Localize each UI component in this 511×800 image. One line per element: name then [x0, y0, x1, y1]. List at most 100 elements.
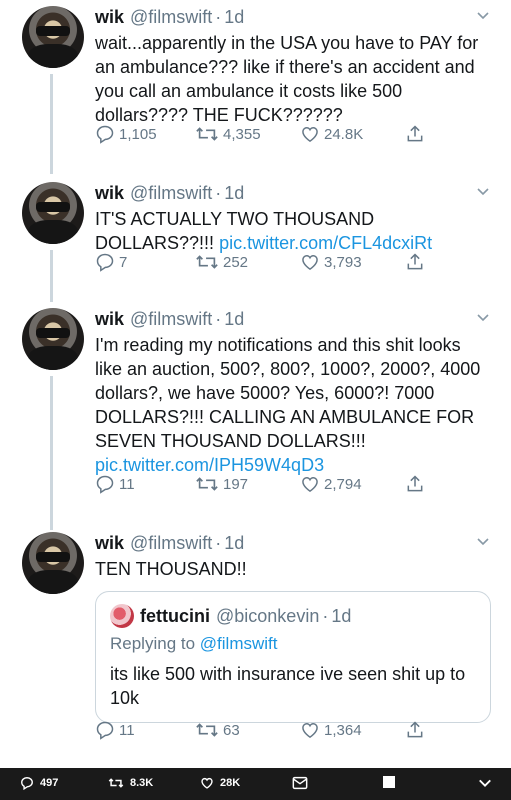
like-icon [302, 476, 318, 492]
like-button[interactable]: 2,794 [300, 474, 362, 494]
reply-button[interactable]: 11 [95, 474, 135, 494]
retweet-icon [196, 255, 218, 269]
tweet-text: I'm reading my notifications and this sh… [95, 333, 491, 477]
reply-icon [96, 253, 114, 272]
quote-timestamp: 1d [331, 606, 352, 626]
retweet-count: 252 [223, 253, 249, 271]
dm-icon [292, 776, 308, 790]
share-icon [407, 721, 423, 738]
tweet[interactable]: wik @filmswift · 1d TEN THOUSAND!! fettu… [0, 532, 511, 762]
author-handle[interactable]: @filmswift [130, 6, 212, 28]
tweet[interactable]: wik @filmswift · 1d I'm reading my notif… [0, 308, 511, 528]
quote-header: fettucini @biconkevin · 1d [110, 604, 476, 628]
author-handle[interactable]: @filmswift [130, 182, 212, 204]
reply-icon [96, 721, 114, 740]
tweet-text: TEN THOUSAND!! [95, 557, 491, 581]
author-name[interactable]: wik [95, 532, 124, 554]
bar-stop-button[interactable] [383, 776, 395, 788]
reply-icon [21, 777, 33, 790]
separator-dot: · [322, 606, 329, 626]
tweet[interactable]: wik @filmswift · 1d wait...apparently in… [0, 6, 511, 166]
tweet-text: wait...apparently in the USA you have to… [95, 31, 491, 127]
tweet-header: wik @filmswift · 1d [95, 532, 491, 554]
replying-to: Replying to @filmswift [110, 634, 476, 654]
tweet-header: wik @filmswift · 1d [95, 182, 491, 204]
timestamp[interactable]: 1d [224, 532, 244, 554]
replying-prefix: Replying to [110, 634, 200, 653]
avatar[interactable] [22, 308, 84, 370]
reply-count: 7 [119, 253, 128, 271]
media-link[interactable]: pic.twitter.com/CFL4dcxiRt [219, 233, 432, 253]
tweet-text-body: TEN THOUSAND!! [95, 559, 247, 579]
bar-like-button[interactable]: 28K [200, 776, 240, 790]
tweet[interactable]: wik @filmswift · 1d IT'S ACTUALLY TWO TH… [0, 182, 511, 302]
tweet-header: wik @filmswift · 1d [95, 308, 491, 330]
like-count: 24.8K [324, 125, 364, 143]
like-button[interactable]: 24.8K [300, 124, 363, 144]
retweet-button[interactable]: 252 [195, 252, 248, 272]
retweet-icon [196, 127, 218, 141]
share-button[interactable] [405, 252, 425, 272]
quote-avatar [110, 604, 134, 628]
bar-dm-button[interactable] [292, 776, 308, 790]
retweet-button[interactable]: 4,355 [195, 124, 261, 144]
retweet-count: 63 [223, 721, 240, 739]
bar-reply-button[interactable]: 497 [20, 776, 58, 790]
like-button[interactable]: 3,793 [300, 252, 362, 272]
chevron-down-icon[interactable] [475, 534, 491, 550]
share-button[interactable] [405, 720, 425, 740]
timestamp[interactable]: 1d [224, 182, 244, 204]
tweet-text-body: I'm reading my notifications and this sh… [95, 335, 481, 451]
reply-icon [96, 125, 114, 144]
share-icon [407, 253, 423, 270]
chevron-down-icon[interactable] [475, 8, 491, 24]
reply-button[interactable]: 1,105 [95, 124, 157, 144]
like-count: 2,794 [324, 475, 362, 493]
bar-retweet-count: 8.3K [130, 777, 154, 789]
share-icon [407, 475, 423, 492]
tweet-header: wik @filmswift · 1d [95, 6, 491, 28]
like-count: 1,364 [324, 721, 362, 739]
stop-icon [383, 776, 395, 788]
reply-count: 1,105 [119, 125, 157, 143]
author-name[interactable]: wik [95, 308, 124, 330]
reply-button[interactable]: 7 [95, 252, 127, 272]
author-handle[interactable]: @filmswift [130, 532, 212, 554]
author-handle[interactable]: @filmswift [130, 308, 212, 330]
avatar[interactable] [22, 182, 84, 244]
separator-dot: · [215, 7, 222, 27]
separator-dot: · [215, 183, 222, 203]
timestamp[interactable]: 1d [224, 308, 244, 330]
bar-more-button[interactable] [478, 776, 492, 790]
avatar[interactable] [22, 6, 84, 68]
share-button[interactable] [405, 124, 425, 144]
retweet-button[interactable]: 197 [195, 474, 248, 494]
retweet-count: 197 [223, 475, 249, 493]
media-link[interactable]: pic.twitter.com/IPH59W4qD3 [95, 455, 324, 475]
author-name[interactable]: wik [95, 6, 124, 28]
replying-to-handle[interactable]: @filmswift [200, 634, 278, 653]
author-name[interactable]: wik [95, 182, 124, 204]
like-button[interactable]: 1,364 [300, 720, 362, 740]
reply-count: 11 [119, 721, 135, 739]
retweet-icon [196, 723, 218, 737]
like-icon [201, 777, 213, 789]
chevron-down-icon [479, 779, 491, 787]
separator-dot: · [215, 309, 222, 329]
bar-reply-count: 497 [40, 777, 59, 789]
bar-retweet-button[interactable]: 8.3K [108, 776, 153, 790]
chevron-down-icon[interactable] [475, 310, 491, 326]
retweet-button[interactable]: 63 [195, 720, 240, 740]
quote-text: its like 500 with insurance ive seen shi… [110, 664, 466, 708]
reply-icon [96, 475, 114, 494]
tweet-text-body: wait...apparently in the USA you have to… [95, 33, 479, 125]
separator-dot: · [215, 533, 222, 553]
like-icon [302, 254, 318, 270]
retweet-icon [108, 778, 124, 788]
quoted-tweet[interactable]: fettucini @biconkevin · 1d Replying to @… [95, 591, 491, 723]
chevron-down-icon[interactable] [475, 184, 491, 200]
reply-button[interactable]: 11 [95, 720, 135, 740]
timestamp[interactable]: 1d [224, 6, 244, 28]
share-button[interactable] [405, 474, 425, 494]
avatar[interactable] [22, 532, 84, 594]
